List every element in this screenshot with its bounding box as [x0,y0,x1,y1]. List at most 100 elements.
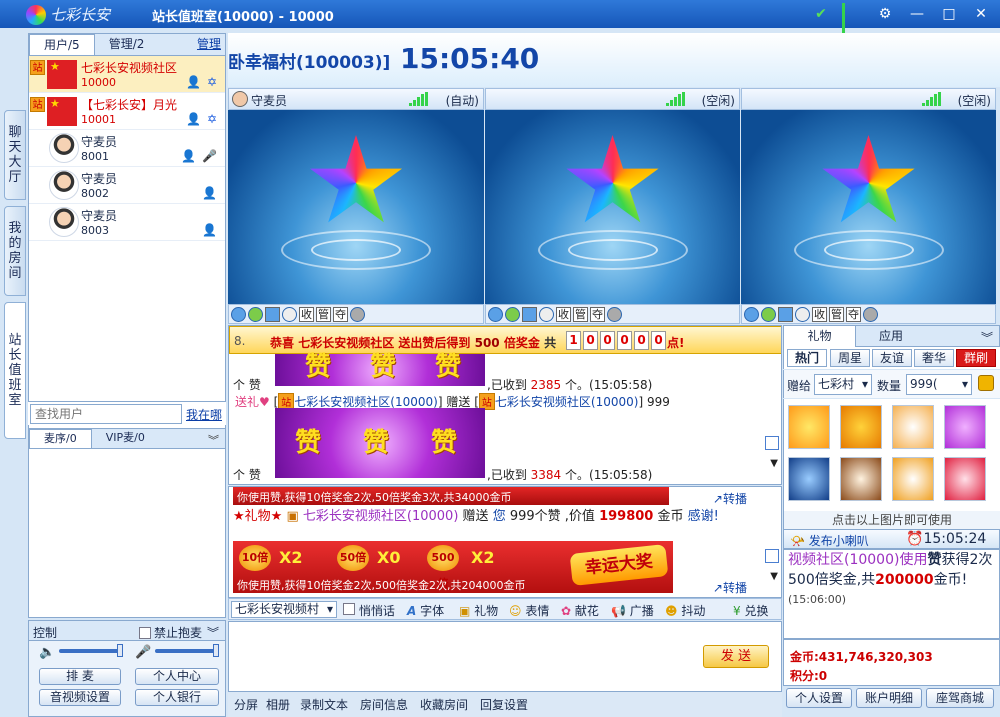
category-group-spam[interactable]: 群刷 [956,349,996,367]
personal-center-button[interactable]: 个人中心 [135,668,219,685]
whisper-checkbox[interactable]: 悄悄话 [343,602,395,619]
share-link[interactable]: ↗转播 [713,579,747,596]
tab-users[interactable]: 用户/5 [29,34,95,55]
collect-button[interactable]: 收 [812,306,827,322]
category-friendship[interactable]: 友谊 [872,349,912,367]
video-screen-2[interactable] [485,110,740,304]
maximize-icon[interactable]: □ [938,3,960,25]
font-button[interactable]: A 字体 [407,602,444,619]
forbid-hug-checkbox[interactable]: 禁止抱麦 [139,624,202,641]
grab-button[interactable]: 夺 [590,306,605,322]
queue-mic-button[interactable]: 排 麦 [39,668,121,685]
emoji-button[interactable]: ☺ 表情 [509,602,549,619]
search-input[interactable] [30,404,182,424]
gear-icon[interactable]: ⚙ [874,3,896,25]
gift-zan[interactable] [944,405,986,449]
where-am-i-link[interactable]: 我在哪 [186,406,222,423]
user-row[interactable]: 站 七彩长安视频社区 10000 👤 ✡ [29,56,225,93]
video-screen-3[interactable] [741,110,996,304]
public-chat[interactable]: 8. 恭喜 七彩长安视频社区 送出赞后得到 500 倍奖金 共 1 0 0 0 … [228,325,782,485]
horn-messages[interactable]: 视频社区(10000)使用赞获得2次500倍奖金,共200000金币! (15:… [783,549,1000,639]
grab-button[interactable]: 夺 [846,306,861,322]
video-screen-1[interactable] [228,110,484,304]
checkbox-box[interactable] [343,603,355,615]
category-weekly-star[interactable]: 周星 [830,349,870,367]
gift-welcome[interactable] [788,405,830,449]
tab-admin-room[interactable]: 站长值班室 [4,302,26,439]
gift-firework[interactable] [788,457,830,501]
user-row[interactable]: 守麦员 8002 👤 [29,167,225,204]
camera-icon[interactable] [248,306,263,322]
car-shop-button[interactable]: 座驾商城 [926,688,994,708]
manage-button[interactable]: 管 [829,306,844,322]
manage-link[interactable]: 管理 [193,34,225,55]
tab-vip-mic[interactable]: VIP麦/0 [92,429,159,448]
receiver-name[interactable]: 七彩长安视频社区(10000) [495,395,639,409]
mic-volume-slider[interactable] [155,649,219,653]
tab-mic-queue[interactable]: 麦序/0 [29,429,92,448]
grab-button[interactable]: 夺 [333,306,348,322]
photo-icon[interactable] [282,306,297,322]
gear-icon[interactable] [350,306,365,322]
gift-button[interactable]: ▣ 礼物 [459,602,498,619]
chat-input[interactable] [228,621,782,692]
close-icon[interactable]: ✕ [970,3,992,25]
lock-icon[interactable] [978,375,994,391]
post-horn-button[interactable]: 📯 发布小喇叭 [790,532,869,549]
gear-icon[interactable] [607,306,622,322]
tab-apps[interactable]: 应用 [858,326,924,347]
status-check-icon[interactable]: ✔ [810,3,832,25]
photo-icon[interactable] [539,306,554,322]
split-screen-link[interactable]: 分屏 [234,696,258,713]
manage-button[interactable]: 管 [573,306,588,322]
volume-icon[interactable] [744,306,759,322]
share-link[interactable]: ↗转播 [713,490,747,507]
minimize-icon[interactable]: — [906,3,928,25]
exchange-button[interactable]: ¥ 兑换 [733,602,768,619]
scroll-down-icon[interactable]: ▼ [770,571,778,582]
scroll-lock-checkbox[interactable] [765,436,779,450]
send-button[interactable]: 发 送 [703,645,769,668]
user-row[interactable]: 站 【七彩长安】月光 10001 👤 ✡ [29,93,225,130]
tab-managers[interactable]: 管理/2 [95,34,159,55]
record-text-link[interactable]: 录制文本 [300,696,348,713]
give-target-select[interactable]: 七彩村 ▾ [814,374,872,395]
album-link[interactable]: 相册 [266,696,290,713]
gift-kiss[interactable] [944,457,986,501]
user-row[interactable]: 守麦员 8003 👤 [29,204,225,241]
photo-icon[interactable] [795,306,810,322]
mic-volume-knob[interactable] [213,644,219,657]
account-details-button[interactable]: 账户明细 [856,688,922,708]
camera-icon[interactable] [505,306,520,322]
qty-select[interactable]: 999(▾ [906,374,972,395]
room-info-link[interactable]: 房间信息 [360,696,408,713]
broadcast-button[interactable]: 📢 广播 [611,602,654,619]
gift-beer[interactable] [892,457,934,501]
layout-icon[interactable] [522,306,537,322]
layout-icon[interactable] [778,306,793,322]
chevron-down-icon[interactable]: ︾ [202,432,225,448]
chat-target-select[interactable]: 七彩长安视频村 ▾ [231,601,337,618]
gift-coffee[interactable] [840,457,882,501]
personal-settings-button[interactable]: 个人设置 [786,688,852,708]
collect-button[interactable]: 收 [299,306,314,322]
chevron-down-icon[interactable]: ︾ [207,624,219,641]
reply-settings-link[interactable]: 回复设置 [480,696,528,713]
collect-button[interactable]: 收 [556,306,571,322]
gift-thanks[interactable] [840,405,882,449]
tab-chat-hall[interactable]: 聊天大厅 [4,110,26,200]
sender-name[interactable]: 七彩长安视频社区(10000) [303,509,459,524]
av-settings-button[interactable]: 音视频设置 [39,689,121,706]
flower-button[interactable]: ✿ 献花 [561,602,599,619]
volume-icon[interactable] [231,306,246,322]
chevron-down-icon[interactable]: ︾ [981,329,993,346]
shake-button[interactable]: ☻ 抖动 [665,602,705,619]
user-row[interactable]: 守麦员 8001 👤 🎤 [29,130,225,167]
gear-icon[interactable] [863,306,878,322]
tab-my-room[interactable]: 我的房间 [4,206,26,296]
gift-ticket[interactable] [892,405,934,449]
private-chat[interactable]: 你使用赞,获得10倍奖金2次,50倍奖金3次,共34000金币 ↗转播 ★礼物★… [228,486,782,598]
checkbox-box[interactable] [139,626,151,639]
camera-icon[interactable] [761,306,776,322]
scroll-down-icon[interactable]: ▼ [770,458,778,469]
